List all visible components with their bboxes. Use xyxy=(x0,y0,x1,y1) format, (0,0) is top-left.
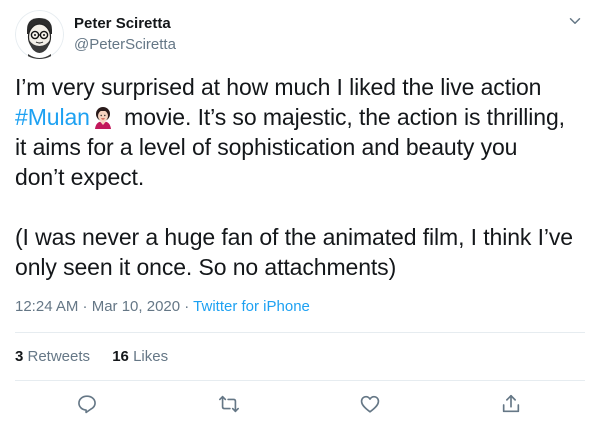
likes-label: Likes xyxy=(128,348,169,365)
engagement-stats: 3 Retweets 16 Likes xyxy=(15,348,186,365)
tweet-line: only seen it once. So no attachments) xyxy=(15,252,585,282)
retweet-icon xyxy=(219,395,239,413)
tweet-metadata: 12:24 AM · Mar 10, 2020 · Twitter for iP… xyxy=(15,298,310,315)
divider xyxy=(15,380,585,381)
tweet-text-segment: don’t expect. xyxy=(15,164,145,190)
avatar-illustration-icon xyxy=(15,10,64,59)
tweet-text: I’m very surprised at how much I liked t… xyxy=(15,72,585,282)
share-icon xyxy=(502,394,520,413)
tweet-text-segment: I’m very surprised at how much I liked t… xyxy=(15,74,542,100)
chevron-down-icon xyxy=(569,18,581,24)
hashtag-link[interactable]: #Mulan xyxy=(15,104,90,130)
tweet-text-segment: (I was never a huge fan of the animated … xyxy=(15,224,573,250)
likes-count-link[interactable]: 16 Likes xyxy=(112,348,168,365)
tweet-actions xyxy=(0,393,598,417)
heart-icon xyxy=(360,395,380,413)
tweet-card: Peter Sciretta @PeterSciretta I’m very s… xyxy=(0,0,598,429)
avatar[interactable] xyxy=(15,10,64,59)
tweet-text-segment: movie. It’s so majestic, the action is t… xyxy=(117,104,565,130)
tweet-line: it aims for a level of sophistication an… xyxy=(15,132,585,162)
tweet-line: I’m very surprised at how much I liked t… xyxy=(15,72,585,102)
tweet-line: (I was never a huge fan of the animated … xyxy=(15,222,585,252)
like-button[interactable] xyxy=(359,393,383,417)
mulan-emoji-icon xyxy=(91,105,115,129)
tweet-menu-button[interactable] xyxy=(566,12,584,30)
divider xyxy=(15,332,585,333)
tweet-line: don’t expect. xyxy=(15,162,585,192)
tweet-text-segment: it aims for a level of sophistication an… xyxy=(15,134,518,160)
author-handle[interactable]: @PeterSciretta xyxy=(74,36,176,53)
retweet-button[interactable] xyxy=(218,393,242,417)
retweets-label: Retweets xyxy=(23,348,91,365)
tweet-timestamp[interactable]: 12:24 AM · Mar 10, 2020 · xyxy=(15,298,193,315)
retweets-count-link[interactable]: 3 Retweets xyxy=(15,348,90,365)
reply-button[interactable] xyxy=(76,393,100,417)
tweet-source-link[interactable]: Twitter for iPhone xyxy=(193,298,310,315)
reply-icon xyxy=(78,395,96,414)
share-button[interactable] xyxy=(500,393,524,417)
tweet-line: #Mulan movie. It’s so majestic, the acti… xyxy=(15,102,585,132)
author-name[interactable]: Peter Sciretta xyxy=(74,15,171,32)
tweet-text-segment: only seen it once. So no attachments) xyxy=(15,254,397,280)
likes-count: 16 xyxy=(112,348,129,365)
